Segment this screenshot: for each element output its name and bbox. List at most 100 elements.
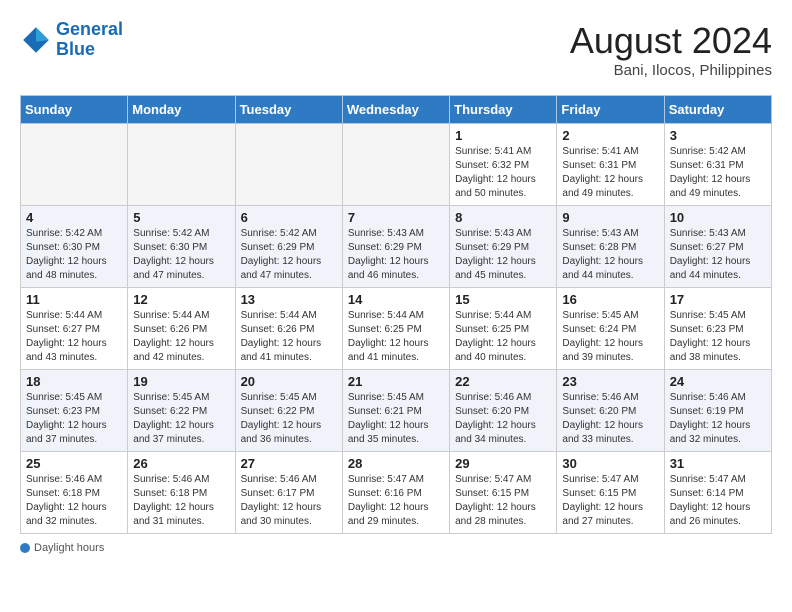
day-detail: Sunrise: 5:42 AMSunset: 6:30 PMDaylight:… (26, 227, 122, 283)
day-detail: Sunrise: 5:45 AMSunset: 6:22 PMDaylight:… (241, 391, 337, 447)
calendar-cell-4: 4 Sunrise: 5:42 AMSunset: 6:30 PMDayligh… (21, 206, 128, 288)
day-detail: Sunrise: 5:47 AMSunset: 6:16 PMDaylight:… (348, 473, 444, 529)
day-detail: Sunrise: 5:46 AMSunset: 6:19 PMDaylight:… (670, 391, 766, 447)
day-number: 5 (133, 210, 229, 225)
logo-text: General Blue (56, 20, 123, 60)
calendar-cell-30: 30 Sunrise: 5:47 AMSunset: 6:15 PMDaylig… (557, 452, 664, 534)
day-number: 12 (133, 292, 229, 307)
calendar-cell-3: 3 Sunrise: 5:42 AMSunset: 6:31 PMDayligh… (664, 124, 771, 206)
calendar-cell-19: 19 Sunrise: 5:45 AMSunset: 6:22 PMDaylig… (128, 370, 235, 452)
calendar-table: SundayMondayTuesdayWednesdayThursdayFrid… (20, 95, 772, 534)
day-detail: Sunrise: 5:44 AMSunset: 6:26 PMDaylight:… (133, 309, 229, 365)
day-number: 21 (348, 374, 444, 389)
day-detail: Sunrise: 5:45 AMSunset: 6:22 PMDaylight:… (133, 391, 229, 447)
calendar-cell-29: 29 Sunrise: 5:47 AMSunset: 6:15 PMDaylig… (450, 452, 557, 534)
day-detail: Sunrise: 5:44 AMSunset: 6:25 PMDaylight:… (348, 309, 444, 365)
day-number: 22 (455, 374, 551, 389)
calendar-cell-12: 12 Sunrise: 5:44 AMSunset: 6:26 PMDaylig… (128, 288, 235, 370)
calendar-cell-20: 20 Sunrise: 5:45 AMSunset: 6:22 PMDaylig… (235, 370, 342, 452)
day-number: 13 (241, 292, 337, 307)
day-number: 14 (348, 292, 444, 307)
calendar-cell-empty (235, 124, 342, 206)
day-detail: Sunrise: 5:42 AMSunset: 6:31 PMDaylight:… (670, 145, 766, 201)
col-header-thursday: Thursday (450, 96, 557, 124)
calendar-week-4: 18 Sunrise: 5:45 AMSunset: 6:23 PMDaylig… (21, 370, 772, 452)
daylight-dot (20, 543, 30, 553)
logo-line2: Blue (56, 39, 95, 59)
day-number: 26 (133, 456, 229, 471)
day-number: 15 (455, 292, 551, 307)
calendar-cell-16: 16 Sunrise: 5:45 AMSunset: 6:24 PMDaylig… (557, 288, 664, 370)
calendar-cell-7: 7 Sunrise: 5:43 AMSunset: 6:29 PMDayligh… (342, 206, 449, 288)
calendar-week-5: 25 Sunrise: 5:46 AMSunset: 6:18 PMDaylig… (21, 452, 772, 534)
day-number: 7 (348, 210, 444, 225)
calendar-cell-empty (21, 124, 128, 206)
day-detail: Sunrise: 5:46 AMSunset: 6:18 PMDaylight:… (133, 473, 229, 529)
calendar-cell-24: 24 Sunrise: 5:46 AMSunset: 6:19 PMDaylig… (664, 370, 771, 452)
day-detail: Sunrise: 5:43 AMSunset: 6:28 PMDaylight:… (562, 227, 658, 283)
calendar-cell-27: 27 Sunrise: 5:46 AMSunset: 6:17 PMDaylig… (235, 452, 342, 534)
col-header-wednesday: Wednesday (342, 96, 449, 124)
calendar-cell-2: 2 Sunrise: 5:41 AMSunset: 6:31 PMDayligh… (557, 124, 664, 206)
day-number: 8 (455, 210, 551, 225)
day-detail: Sunrise: 5:41 AMSunset: 6:31 PMDaylight:… (562, 145, 658, 201)
day-detail: Sunrise: 5:41 AMSunset: 6:32 PMDaylight:… (455, 145, 551, 201)
day-detail: Sunrise: 5:45 AMSunset: 6:24 PMDaylight:… (562, 309, 658, 365)
calendar-header: SundayMondayTuesdayWednesdayThursdayFrid… (21, 96, 772, 124)
month-year-title: August 2024 (570, 20, 772, 62)
col-header-monday: Monday (128, 96, 235, 124)
day-number: 1 (455, 128, 551, 143)
calendar-cell-10: 10 Sunrise: 5:43 AMSunset: 6:27 PMDaylig… (664, 206, 771, 288)
calendar-cell-9: 9 Sunrise: 5:43 AMSunset: 6:28 PMDayligh… (557, 206, 664, 288)
day-detail: Sunrise: 5:46 AMSunset: 6:17 PMDaylight:… (241, 473, 337, 529)
day-number: 2 (562, 128, 658, 143)
calendar-cell-1: 1 Sunrise: 5:41 AMSunset: 6:32 PMDayligh… (450, 124, 557, 206)
calendar-week-3: 11 Sunrise: 5:44 AMSunset: 6:27 PMDaylig… (21, 288, 772, 370)
logo: General Blue (20, 20, 123, 60)
calendar-cell-6: 6 Sunrise: 5:42 AMSunset: 6:29 PMDayligh… (235, 206, 342, 288)
day-number: 16 (562, 292, 658, 307)
location-subtitle: Bani, Ilocos, Philippines (570, 62, 772, 79)
day-detail: Sunrise: 5:46 AMSunset: 6:18 PMDaylight:… (26, 473, 122, 529)
calendar-cell-26: 26 Sunrise: 5:46 AMSunset: 6:18 PMDaylig… (128, 452, 235, 534)
calendar-cell-8: 8 Sunrise: 5:43 AMSunset: 6:29 PMDayligh… (450, 206, 557, 288)
calendar-cell-22: 22 Sunrise: 5:46 AMSunset: 6:20 PMDaylig… (450, 370, 557, 452)
col-header-sunday: Sunday (21, 96, 128, 124)
calendar-cell-23: 23 Sunrise: 5:46 AMSunset: 6:20 PMDaylig… (557, 370, 664, 452)
day-detail: Sunrise: 5:44 AMSunset: 6:25 PMDaylight:… (455, 309, 551, 365)
day-detail: Sunrise: 5:47 AMSunset: 6:15 PMDaylight:… (455, 473, 551, 529)
day-detail: Sunrise: 5:43 AMSunset: 6:29 PMDaylight:… (348, 227, 444, 283)
calendar-cell-13: 13 Sunrise: 5:44 AMSunset: 6:26 PMDaylig… (235, 288, 342, 370)
day-detail: Sunrise: 5:44 AMSunset: 6:26 PMDaylight:… (241, 309, 337, 365)
day-number: 27 (241, 456, 337, 471)
day-number: 9 (562, 210, 658, 225)
daylight-label: Daylight hours (34, 542, 104, 554)
day-detail: Sunrise: 5:43 AMSunset: 6:29 PMDaylight:… (455, 227, 551, 283)
day-number: 6 (241, 210, 337, 225)
day-number: 4 (26, 210, 122, 225)
col-header-tuesday: Tuesday (235, 96, 342, 124)
col-header-friday: Friday (557, 96, 664, 124)
logo-icon (20, 24, 52, 56)
day-number: 10 (670, 210, 766, 225)
calendar-cell-11: 11 Sunrise: 5:44 AMSunset: 6:27 PMDaylig… (21, 288, 128, 370)
calendar-week-2: 4 Sunrise: 5:42 AMSunset: 6:30 PMDayligh… (21, 206, 772, 288)
day-detail: Sunrise: 5:44 AMSunset: 6:27 PMDaylight:… (26, 309, 122, 365)
day-number: 3 (670, 128, 766, 143)
day-number: 18 (26, 374, 122, 389)
calendar-cell-17: 17 Sunrise: 5:45 AMSunset: 6:23 PMDaylig… (664, 288, 771, 370)
day-detail: Sunrise: 5:46 AMSunset: 6:20 PMDaylight:… (455, 391, 551, 447)
calendar-cell-21: 21 Sunrise: 5:45 AMSunset: 6:21 PMDaylig… (342, 370, 449, 452)
day-detail: Sunrise: 5:42 AMSunset: 6:29 PMDaylight:… (241, 227, 337, 283)
day-number: 30 (562, 456, 658, 471)
day-number: 17 (670, 292, 766, 307)
footer: Daylight hours (20, 542, 772, 554)
col-header-saturday: Saturday (664, 96, 771, 124)
calendar-cell-empty (342, 124, 449, 206)
day-detail: Sunrise: 5:47 AMSunset: 6:14 PMDaylight:… (670, 473, 766, 529)
calendar-body: 1 Sunrise: 5:41 AMSunset: 6:32 PMDayligh… (21, 124, 772, 534)
calendar-cell-28: 28 Sunrise: 5:47 AMSunset: 6:16 PMDaylig… (342, 452, 449, 534)
day-number: 24 (670, 374, 766, 389)
day-detail: Sunrise: 5:47 AMSunset: 6:15 PMDaylight:… (562, 473, 658, 529)
day-number: 11 (26, 292, 122, 307)
